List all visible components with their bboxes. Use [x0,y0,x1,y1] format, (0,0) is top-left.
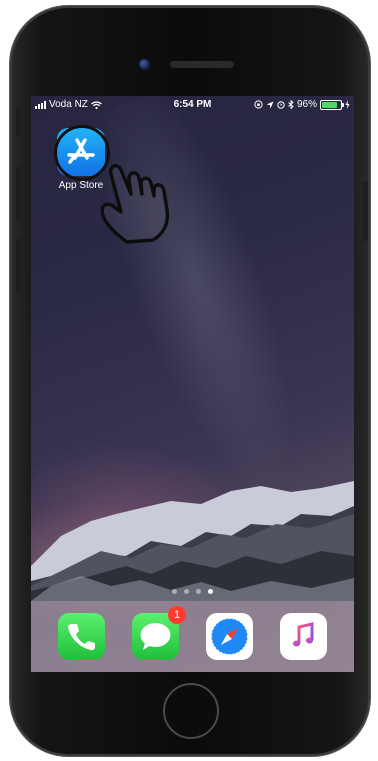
page-dot [184,589,189,594]
safari-icon [210,617,249,656]
battery-icon [320,99,344,110]
phone-icon [68,624,95,651]
charging-icon [345,100,350,109]
music-icon [292,622,314,647]
volume-up-button[interactable] [16,166,21,221]
front-camera [139,59,150,70]
lock-rotation-icon [254,100,263,109]
volume-down-button[interactable] [16,238,21,293]
page-dot [196,589,201,594]
phone-app-icon[interactable] [58,613,105,660]
home-button[interactable] [163,683,219,739]
home-screen: Voda NZ 6:54 PM 96% App Store 1 [31,96,354,672]
page-dot [172,589,177,594]
safari-app-icon[interactable] [206,613,253,660]
battery-fill [322,101,337,108]
mute-switch[interactable] [16,106,21,136]
dock: 1 [31,601,354,672]
messages-badge: 1 [168,606,186,624]
page-dot [208,589,213,594]
status-bar: Voda NZ 6:54 PM 96% [31,96,354,114]
bluetooth-icon [288,100,294,109]
earpiece-speaker [170,61,234,68]
page-indicator[interactable] [31,589,354,594]
alarm-icon [277,101,285,109]
battery-percent: 96% [296,99,317,110]
tap-hand-icon [100,163,170,244]
location-icon [266,101,274,108]
music-app-icon[interactable] [280,613,327,660]
power-button[interactable] [363,181,368,241]
